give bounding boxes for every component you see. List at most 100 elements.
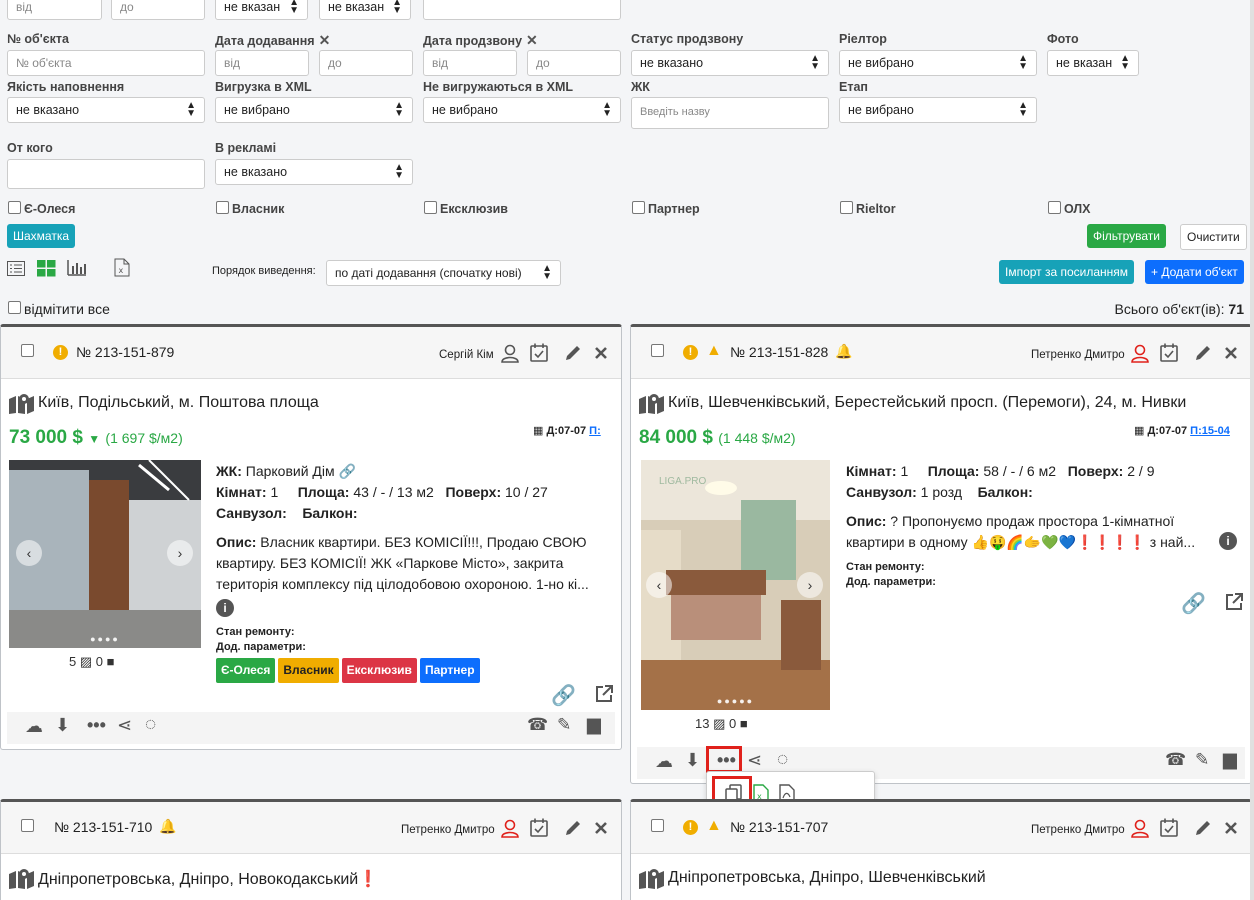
cloud-upload-icon[interactable]: ☁: [655, 751, 673, 772]
property-photo[interactable]: ‹ › ●●●●: [9, 460, 201, 648]
edit-pencil-icon[interactable]: [1194, 819, 1212, 837]
calendar-check-icon[interactable]: [1160, 343, 1178, 362]
photo-count: 5: [69, 654, 77, 669]
call-date-link[interactable]: П:: [589, 425, 601, 437]
object-number[interactable]: № 213-151-879: [76, 344, 174, 360]
realtor-select[interactable]: не вибрано ▲ ▼: [839, 50, 1037, 76]
bell-icon[interactable]: 🔔: [159, 818, 176, 835]
in-ads-select[interactable]: не вказано ▲ ▼: [215, 159, 413, 185]
quality-select[interactable]: не вказано ▲ ▼: [7, 97, 205, 123]
add-object-button[interactable]: + Додати об'єкт: [1145, 260, 1244, 284]
checkbox-exclusive[interactable]: [424, 201, 437, 214]
comment-icon[interactable]: ▆: [1223, 749, 1237, 770]
object-no-input[interactable]: № об'єкта: [7, 50, 205, 76]
close-icon[interactable]: [594, 821, 608, 835]
photo-select[interactable]: не вказан ▲ ▼: [1047, 50, 1139, 76]
list-view-icon[interactable]: [7, 261, 25, 276]
share-icon[interactable]: ⋖: [747, 750, 762, 771]
stage-select[interactable]: не вибрано ▲ ▼: [839, 97, 1037, 123]
user-icon[interactable]: [501, 344, 519, 363]
clear-x-icon[interactable]: ✕: [319, 32, 331, 48]
edit-pencil-icon[interactable]: [564, 819, 582, 837]
checkbox-olesya[interactable]: [8, 201, 21, 214]
download-icon[interactable]: ⬇: [685, 750, 700, 771]
complex-input[interactable]: Введіть назву: [631, 97, 829, 129]
price-to-input[interactable]: до: [111, 0, 205, 20]
refresh-icon[interactable]: ◌: [145, 714, 156, 736]
from-whom-input[interactable]: [7, 159, 205, 189]
phone-icon[interactable]: ☎: [527, 715, 548, 735]
edit-pencil-icon[interactable]: [1194, 344, 1212, 362]
note-edit-icon[interactable]: ✎: [557, 715, 571, 735]
close-icon[interactable]: [594, 346, 608, 360]
import-link-button[interactable]: Імпорт за посиланням: [999, 260, 1135, 284]
call-date-link[interactable]: П:15-04: [1190, 425, 1230, 437]
bell-icon[interactable]: 🔔: [835, 343, 852, 360]
external-link-icon[interactable]: [1224, 592, 1244, 612]
link-icon[interactable]: 🔗: [551, 683, 576, 708]
object-number[interactable]: № 213-151-710: [54, 819, 152, 835]
refresh-icon[interactable]: ◌: [777, 749, 788, 771]
phone-icon[interactable]: ☎: [1165, 750, 1186, 770]
date-added-from[interactable]: від: [215, 50, 309, 76]
calendar-check-icon[interactable]: [1160, 818, 1178, 837]
excel-export-icon[interactable]: x: [114, 258, 130, 277]
link-icon[interactable]: 🔗: [339, 463, 356, 479]
edit-pencil-icon[interactable]: [564, 344, 582, 362]
next-photo-icon[interactable]: ›: [797, 572, 823, 598]
order-select[interactable]: по даті додавання (спочатку нові) ▲ ▼: [326, 260, 561, 286]
chess-button[interactable]: Шахматка: [7, 224, 76, 248]
card-checkbox[interactable]: [21, 819, 34, 832]
call-status-select[interactable]: не вказано ▲ ▼: [631, 50, 829, 76]
prev-photo-icon[interactable]: ‹: [16, 540, 42, 566]
filter-button[interactable]: Фільтрувати: [1087, 224, 1166, 248]
checkbox-partner[interactable]: [632, 201, 645, 214]
date-added-to[interactable]: до: [319, 50, 413, 76]
date-call-from[interactable]: від: [423, 50, 517, 76]
select-top-1[interactable]: не вказан ▲ ▼: [215, 0, 308, 20]
note-edit-icon[interactable]: ✎: [1195, 750, 1209, 770]
clear-x-icon[interactable]: ✕: [526, 32, 538, 48]
link-icon[interactable]: 🔗: [1181, 591, 1206, 616]
close-icon[interactable]: [1224, 821, 1238, 835]
scrollbar[interactable]: [1250, 0, 1254, 900]
user-icon[interactable]: [1131, 819, 1149, 838]
calendar-check-icon[interactable]: [530, 343, 548, 362]
object-number[interactable]: № 213-151-707: [730, 819, 828, 835]
xml-export-select[interactable]: не вибрано ▲ ▼: [215, 97, 413, 123]
external-link-icon[interactable]: [594, 684, 614, 704]
no-xml-select[interactable]: не вибрано ▲ ▼: [423, 97, 621, 123]
date-call-to[interactable]: до: [527, 50, 621, 76]
next-photo-icon[interactable]: ›: [167, 540, 193, 566]
grid-view-icon[interactable]: [37, 260, 56, 277]
card-checkbox[interactable]: [21, 344, 34, 357]
property-photo[interactable]: LIGA.PRO ‹ › ●●●●●: [641, 460, 830, 710]
card-checkbox[interactable]: [651, 819, 664, 832]
prev-photo-icon[interactable]: ‹: [646, 572, 672, 598]
user-icon[interactable]: [1131, 344, 1149, 363]
info-icon[interactable]: i: [216, 599, 234, 617]
object-number[interactable]: № 213-151-828: [730, 344, 828, 360]
select-top-2[interactable]: не вказан ▲ ▼: [319, 0, 411, 20]
warning-triangle-icon: ▲: [706, 342, 722, 359]
caret-down-icon[interactable]: ▼: [88, 432, 100, 446]
chart-view-icon[interactable]: [67, 260, 87, 276]
cloud-upload-icon[interactable]: ☁: [25, 716, 43, 737]
price-from-input[interactable]: від: [7, 0, 102, 20]
share-icon[interactable]: ⋖: [117, 715, 132, 736]
info-icon[interactable]: i: [1219, 532, 1237, 550]
label-date-added: Дата додавання ✕: [215, 32, 331, 48]
checkbox-olx[interactable]: [1048, 201, 1061, 214]
card-checkbox[interactable]: [651, 344, 664, 357]
checkbox-rieltor[interactable]: [840, 201, 853, 214]
top-text-input[interactable]: [423, 0, 621, 20]
comment-icon[interactable]: ▆: [587, 714, 601, 735]
user-icon[interactable]: [501, 819, 519, 838]
more-icon[interactable]: •••: [87, 715, 106, 736]
calendar-check-icon[interactable]: [530, 818, 548, 837]
mark-all-checkbox[interactable]: [8, 301, 21, 314]
download-icon[interactable]: ⬇: [55, 715, 70, 736]
close-icon[interactable]: [1224, 346, 1238, 360]
clear-button[interactable]: Очистити: [1180, 224, 1247, 250]
checkbox-owner[interactable]: [216, 201, 229, 214]
